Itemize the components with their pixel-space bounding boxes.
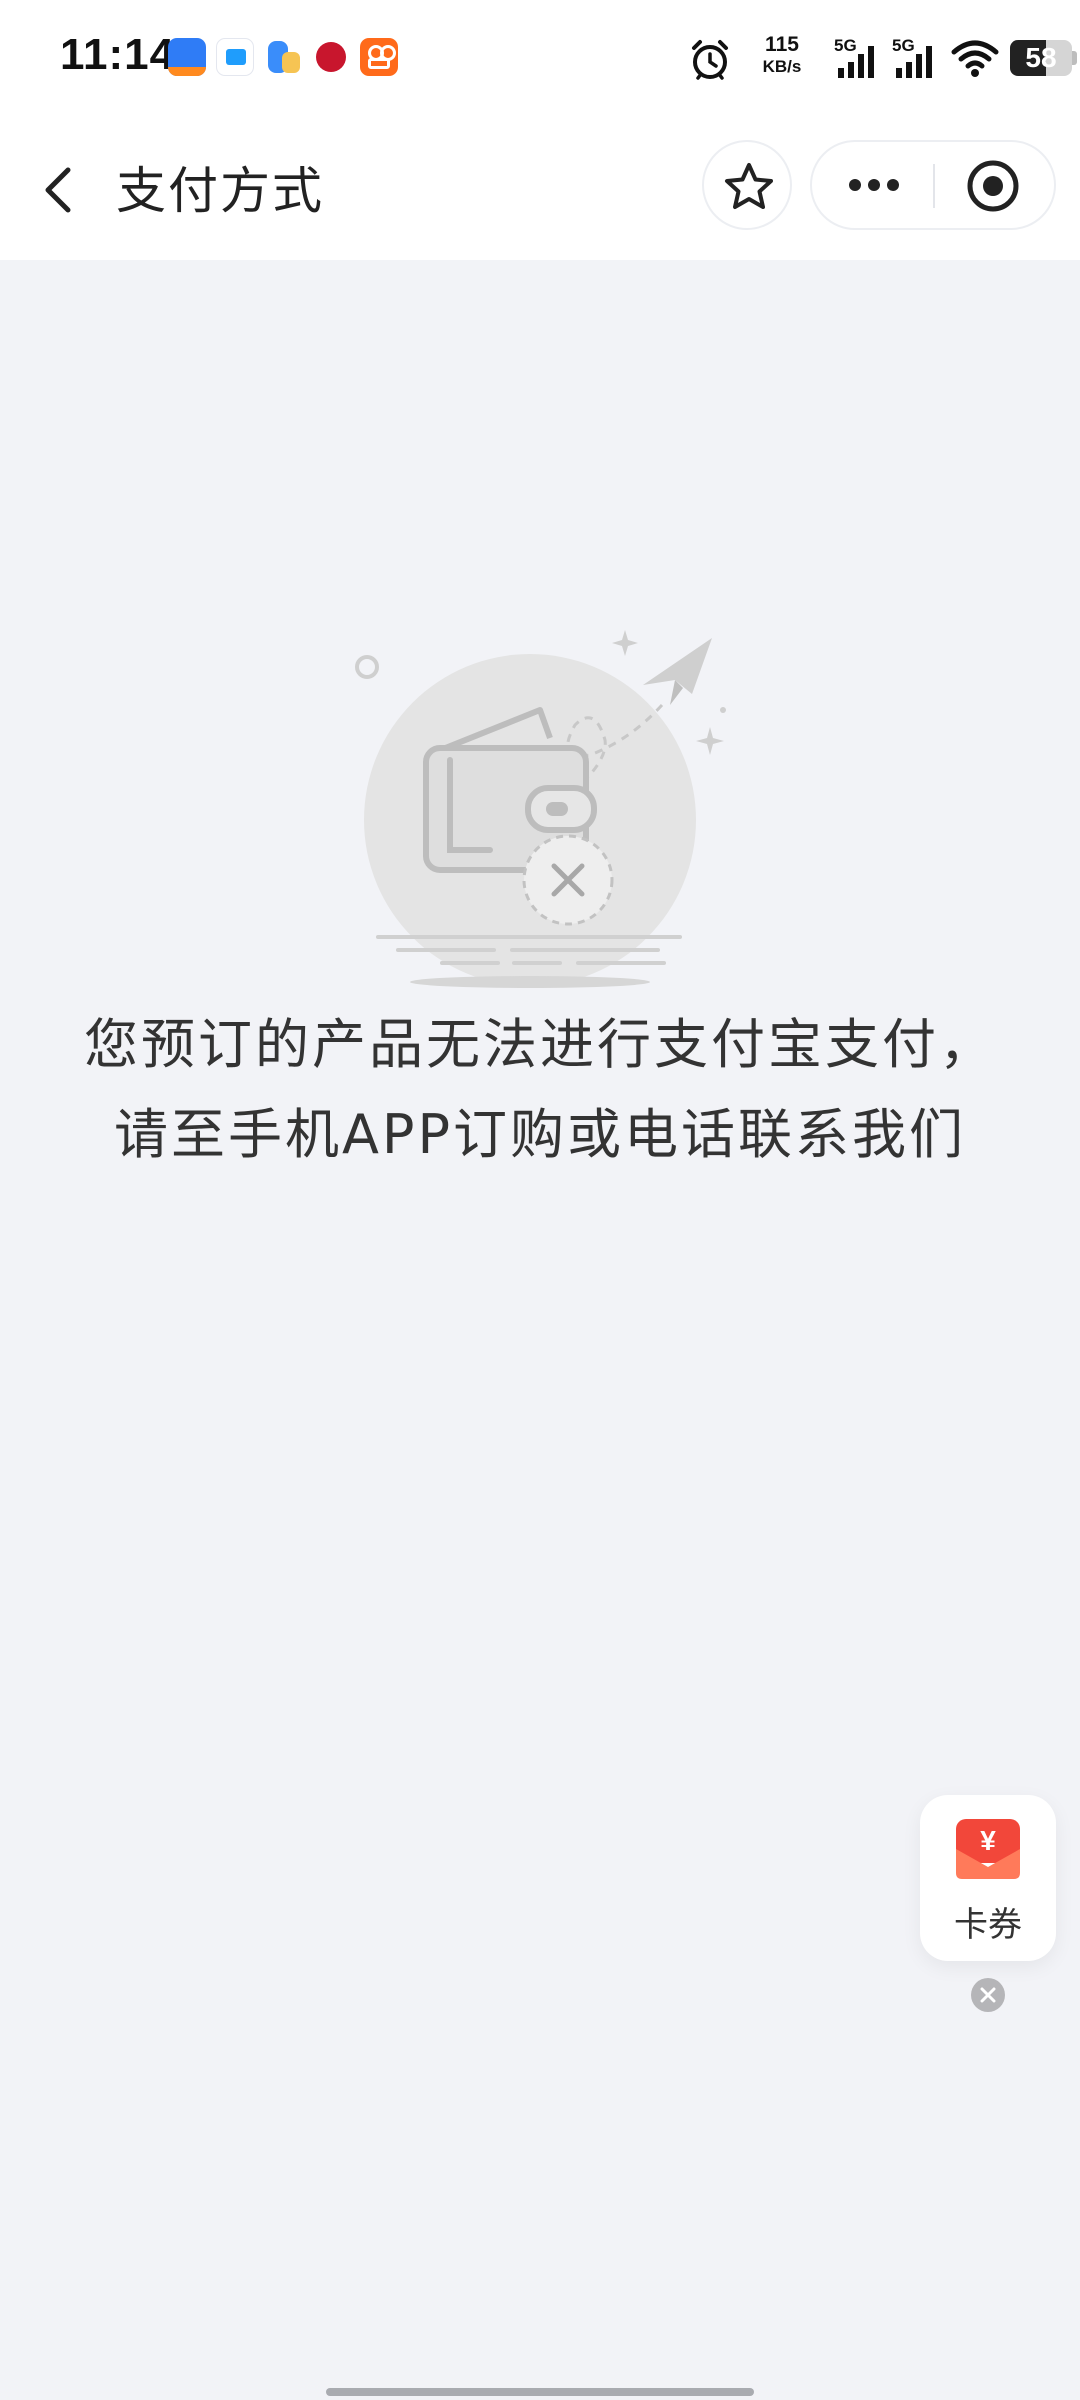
notes-app-icon xyxy=(264,38,302,76)
coupon-float-button[interactable]: ¥ 卡券 xyxy=(920,1795,1056,1961)
favorite-button[interactable] xyxy=(702,140,792,230)
network-speed: 115 KB/s xyxy=(752,34,812,75)
star-icon xyxy=(725,163,773,209)
signal-bars-icon xyxy=(896,46,932,78)
net-speed-unit: KB/s xyxy=(762,57,802,76)
home-indicator[interactable] xyxy=(326,2388,754,2396)
coupon-yen-symbol: ¥ xyxy=(980,1825,996,1856)
signal-strength-1: 5G xyxy=(834,36,884,80)
payment-unavailable-message: 您预订的产品无法进行支付宝支付，请至手机APP订购或电话联系我们 xyxy=(84,1013,996,1166)
coupon-close-button[interactable] xyxy=(971,1978,1005,2012)
close-icon xyxy=(980,1987,996,2003)
travel-app-icon xyxy=(168,38,206,76)
battery-indicator: 58 xyxy=(1010,40,1078,76)
status-time: 11:14 xyxy=(60,30,176,79)
mini-program-close-icon xyxy=(967,160,1019,212)
bank-app-icon xyxy=(312,38,350,76)
coupon-label: 卡券 xyxy=(954,1905,1022,1945)
net-speed-value: 115 xyxy=(765,33,799,56)
back-button[interactable] xyxy=(22,152,98,228)
messenger-app-icon xyxy=(216,38,254,76)
coupon-icon: ¥ xyxy=(956,1819,1020,1879)
notification-app-icons xyxy=(168,38,398,76)
empty-wallet-payment-failed-icon xyxy=(355,630,726,988)
signal-strength-2: 5G xyxy=(892,36,942,80)
wifi-icon xyxy=(951,40,999,77)
community-app-icon xyxy=(360,38,398,76)
more-dots-icon xyxy=(849,179,899,191)
more-options-button[interactable] xyxy=(812,142,934,228)
status-bar: 11:14 115 KB/s 5G 5G 58 xyxy=(0,0,1080,118)
mini-program-capsule xyxy=(810,140,1056,230)
status-indicators: 115 KB/s 5G 5G 58 xyxy=(660,0,1080,118)
navigation-bar: 支付方式 xyxy=(0,118,1080,260)
signal-bars-icon xyxy=(838,46,874,78)
battery-level: 58 xyxy=(1025,42,1057,73)
back-arrow-icon xyxy=(45,167,71,213)
close-mini-program-button[interactable] xyxy=(935,142,1056,228)
page-title: 支付方式 xyxy=(116,162,324,220)
alarm-icon xyxy=(692,40,728,80)
